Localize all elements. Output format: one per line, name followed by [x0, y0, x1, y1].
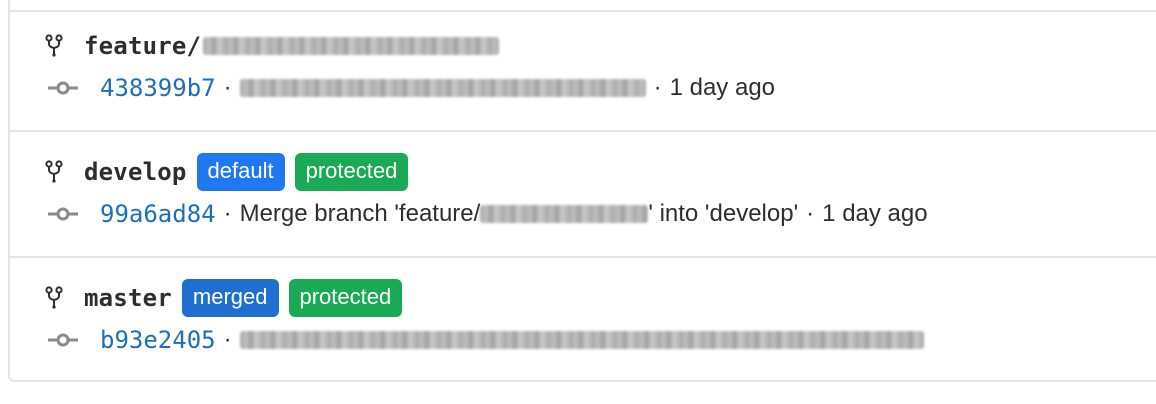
branch-name-link[interactable]: master [84, 284, 172, 312]
git-commit-icon [48, 207, 78, 221]
commit-time: 1 day ago [669, 74, 776, 101]
commit-message-suffix: ' into 'develop' [648, 200, 799, 227]
separator: · [223, 200, 232, 227]
merged-badge: merged [181, 279, 279, 317]
separator: · [653, 74, 662, 101]
git-commit-icon [48, 333, 78, 347]
redacted-branch-suffix [480, 205, 649, 223]
branch-header: develop default protected [44, 153, 409, 191]
redacted-branch-suffix [203, 37, 500, 55]
commit-sha-link[interactable]: 99a6ad84 [100, 200, 216, 228]
protected-badge: protected [294, 153, 409, 191]
branch-header: master merged protected [44, 279, 403, 317]
commit-sha-link[interactable]: 438399b7 [100, 74, 216, 102]
protected-badge: protected [288, 279, 403, 317]
separator: · [223, 74, 232, 101]
commit-time: 1 day ago [822, 200, 928, 227]
git-branch-icon [45, 160, 63, 183]
git-commit-icon [48, 81, 78, 95]
separator: · [806, 200, 815, 227]
git-branch-icon [45, 34, 63, 57]
branch-row: master merged protected b93e2405 · [10, 256, 1156, 382]
branch-row: feature/ 438399b7 · · 1 day ago [10, 10, 1156, 132]
commit-line: 438399b7 · · 1 day ago [44, 70, 775, 106]
redacted-commit-message [239, 331, 924, 349]
commit-line: b93e2405 · [44, 322, 924, 358]
commit-line: 99a6ad84 · Merge branch 'feature/ ' into… [44, 196, 928, 232]
branch-name-link[interactable]: develop [84, 158, 187, 186]
branch-header: feature/ [44, 28, 500, 64]
default-badge: default [196, 153, 285, 191]
separator: · [223, 326, 232, 353]
commit-message-link[interactable]: Merge branch 'feature/ [240, 200, 481, 228]
branch-list-panel: feature/ 438399b7 · · 1 day ago develop … [8, 0, 1156, 382]
git-branch-icon [45, 286, 63, 309]
commit-sha-link[interactable]: b93e2405 [100, 326, 216, 354]
branch-name-link[interactable]: feature/ [84, 32, 201, 60]
branch-row: develop default protected 99a6ad84 · Mer… [10, 130, 1156, 258]
redacted-commit-message [239, 79, 646, 97]
